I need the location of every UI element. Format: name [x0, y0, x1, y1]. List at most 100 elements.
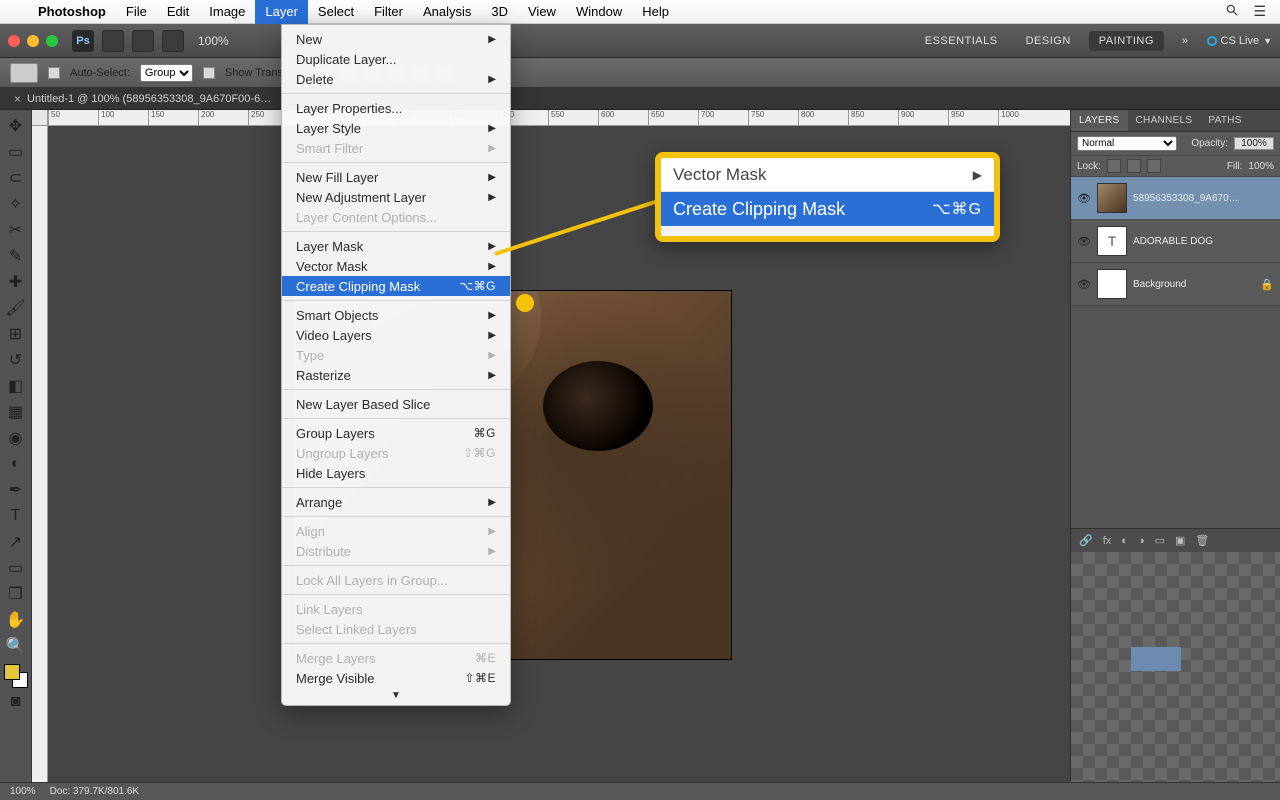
menu-item[interactable]: Hide Layers [282, 463, 510, 483]
blend-mode-dropdown[interactable]: Normal [1077, 136, 1177, 151]
menu-item[interactable]: Arrange▶ [282, 492, 510, 512]
tab-paths[interactable]: PATHS [1200, 110, 1249, 131]
quickmask-icon[interactable]: ◙ [3, 690, 29, 714]
tab-channels[interactable]: CHANNELS [1128, 110, 1201, 131]
lock-all-icon[interactable] [1147, 159, 1161, 173]
tab-layers[interactable]: LAYERS [1071, 110, 1128, 131]
eraser-tool-icon[interactable]: ◧ [3, 374, 29, 398]
menu-item[interactable]: Video Layers▶ [282, 325, 510, 345]
menu-item[interactable]: New Fill Layer▶ [282, 167, 510, 187]
visibility-icon[interactable]: 👁 [1077, 192, 1091, 205]
menu-item[interactable]: Smart Objects▶ [282, 305, 510, 325]
brush-tool-icon[interactable]: 🖌 [3, 296, 29, 320]
minimize-window-icon[interactable] [27, 35, 39, 47]
stamp-tool-icon[interactable]: ⊞ [3, 322, 29, 346]
mask-icon[interactable]: ◐ [1121, 535, 1128, 547]
screen-mode-button[interactable] [162, 30, 184, 52]
layer-thumbnail[interactable]: T [1097, 226, 1127, 256]
menu-item[interactable]: Duplicate Layer... [282, 49, 510, 69]
move-tool-icon[interactable] [10, 63, 38, 83]
trash-icon[interactable]: 🗑 [1195, 534, 1209, 547]
color-swatch[interactable] [4, 664, 28, 688]
history-brush-tool-icon[interactable]: ↺ [3, 348, 29, 372]
minibridge-button[interactable] [132, 30, 154, 52]
blur-tool-icon[interactable]: ◉ [3, 426, 29, 450]
hand-tool-icon[interactable]: ✋ [3, 608, 29, 632]
spotlight-icon[interactable] [1225, 3, 1239, 20]
menu-item[interactable]: Delete▶ [282, 69, 510, 89]
menu-item[interactable]: New▶ [282, 29, 510, 49]
zoom-window-icon[interactable] [46, 35, 58, 47]
lock-pixels-icon[interactable] [1107, 159, 1121, 173]
link-layers-icon[interactable]: 🔗 [1079, 534, 1093, 547]
menu-select[interactable]: Select [308, 0, 364, 24]
layer-name[interactable]: ADORABLE DOG [1133, 236, 1274, 247]
healing-tool-icon[interactable]: ✚ [3, 270, 29, 294]
layer-row[interactable]: 👁 T ADORABLE DOG [1071, 220, 1280, 263]
gradient-tool-icon[interactable]: ▦ [3, 400, 29, 424]
zoom-tool-icon[interactable]: 🔍 [3, 634, 29, 658]
pen-tool-icon[interactable]: ✒ [3, 478, 29, 502]
cs-live-button[interactable]: CS Live▼ [1207, 35, 1272, 47]
fill-value[interactable]: 100% [1248, 161, 1274, 172]
layer-thumbnail[interactable] [1097, 269, 1127, 299]
menu-filter[interactable]: Filter [364, 0, 413, 24]
menu-help[interactable]: Help [632, 0, 679, 24]
layer-row[interactable]: 👁 58956353308_9A670… [1071, 177, 1280, 220]
menu-view[interactable]: View [518, 0, 566, 24]
visibility-icon[interactable]: 👁 [1077, 278, 1091, 291]
auto-select-checkbox[interactable] [48, 67, 60, 79]
menu-item[interactable]: New Layer Based Slice [282, 394, 510, 414]
wand-tool-icon[interactable]: ✧ [3, 192, 29, 216]
layer-thumbnail[interactable] [1097, 183, 1127, 213]
document-tab[interactable]: × Untitled-1 @ 100% (58956353308_9A670F0… [0, 88, 1280, 110]
menu-item[interactable]: Layer Properties... [282, 98, 510, 118]
3d-tool-icon[interactable]: ❒ [3, 582, 29, 606]
app-name[interactable]: Photoshop [28, 0, 116, 24]
fx-icon[interactable]: fx [1103, 535, 1112, 547]
marquee-tool-icon[interactable]: ▭ [3, 140, 29, 164]
menu-item[interactable]: Layer Mask▶ [282, 236, 510, 256]
close-tab-icon[interactable]: × [14, 92, 21, 106]
dodge-tool-icon[interactable]: ◐ [3, 452, 29, 476]
menu-item[interactable]: Rasterize▶ [282, 365, 510, 385]
status-doc-size[interactable]: Doc: 379.7K/801.6K [50, 786, 140, 797]
group-icon[interactable]: ▭ [1155, 534, 1165, 547]
layer-name[interactable]: Background [1133, 279, 1254, 290]
menu-item[interactable]: Merge Visible⇧⌘E [282, 668, 510, 688]
new-layer-icon[interactable]: ▣ [1175, 534, 1185, 547]
path-tool-icon[interactable]: ↗ [3, 530, 29, 554]
zoom-level[interactable]: 100% [198, 34, 229, 48]
menu-window[interactable]: Window [566, 0, 632, 24]
menu-item[interactable]: Group Layers⌘G [282, 423, 510, 443]
menu-item[interactable]: Vector Mask▶ [282, 256, 510, 276]
layer-row[interactable]: 👁 Background 🔒 [1071, 263, 1280, 306]
eyedropper-tool-icon[interactable]: ✎ [3, 244, 29, 268]
lock-position-icon[interactable] [1127, 159, 1141, 173]
workspace-design[interactable]: DESIGN [1016, 31, 1081, 51]
visibility-icon[interactable]: 👁 [1077, 235, 1091, 248]
bridge-button[interactable] [102, 30, 124, 52]
menu-analysis[interactable]: Analysis [413, 0, 481, 24]
menu-layer[interactable]: Layer [255, 0, 308, 24]
layer-name[interactable]: 58956353308_9A670… [1133, 193, 1274, 204]
crop-tool-icon[interactable]: ✂ [3, 218, 29, 242]
lasso-tool-icon[interactable]: ⊂ [3, 166, 29, 190]
move-tool-icon[interactable]: ✥ [3, 114, 29, 138]
adjustment-icon[interactable]: ◑ [1138, 535, 1145, 547]
menu-item[interactable]: Create Clipping Mask⌥⌘G [282, 276, 510, 296]
menu-item[interactable]: Layer Style▶ [282, 118, 510, 138]
auto-select-dropdown[interactable]: Group [140, 64, 193, 82]
menu-item[interactable]: New Adjustment Layer▶ [282, 187, 510, 207]
shape-tool-icon[interactable]: ▭ [3, 556, 29, 580]
menu-image[interactable]: Image [199, 0, 255, 24]
menu-3d[interactable]: 3D [481, 0, 518, 24]
menu-file[interactable]: File [116, 0, 157, 24]
workspace-essentials[interactable]: ESSENTIALS [915, 31, 1008, 51]
workspace-painting[interactable]: PAINTING [1089, 31, 1164, 51]
show-transform-checkbox[interactable] [203, 67, 215, 79]
workspace-more-icon[interactable]: » [1172, 31, 1199, 51]
type-tool-icon[interactable]: T [3, 504, 29, 528]
status-zoom[interactable]: 100% [10, 786, 36, 797]
menu-list-icon[interactable]: ☰ [1253, 3, 1266, 20]
